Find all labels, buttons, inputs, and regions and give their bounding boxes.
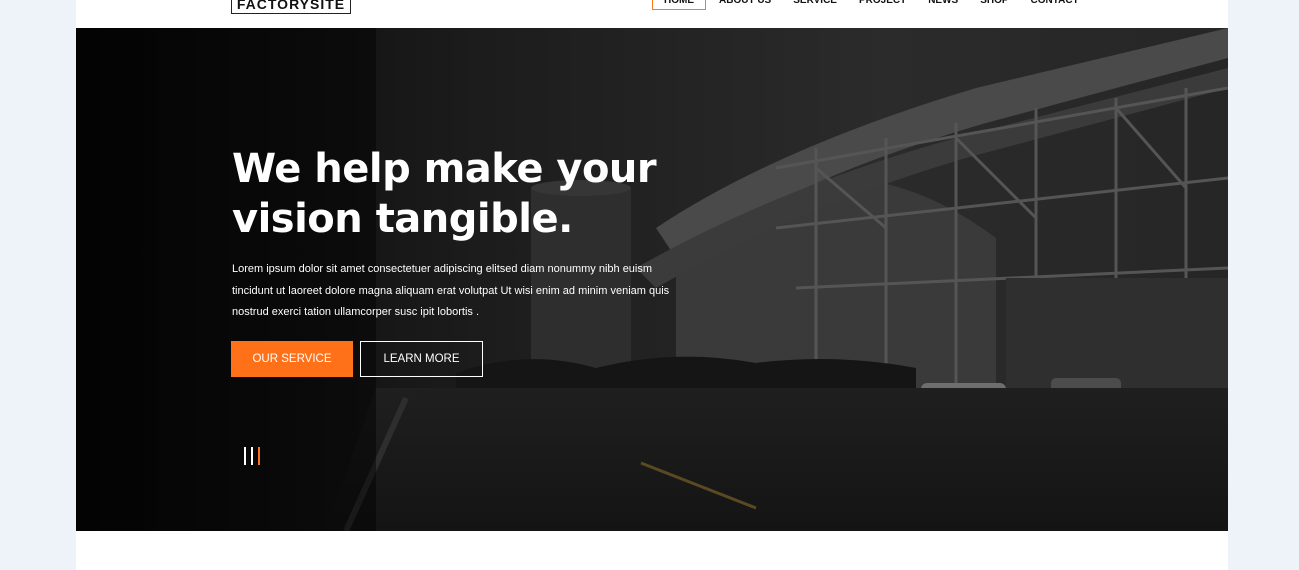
nav-item-about-us[interactable]: ABOUT US [719, 0, 771, 14]
content-section [76, 531, 1228, 570]
nav-item-home[interactable]: HOME [652, 0, 706, 10]
hero-headline-line-1: We help make your [232, 146, 657, 192]
hero-description: Lorem ipsum dolor sit amet consectetuer … [232, 263, 670, 318]
slide-indicator-1[interactable] [244, 447, 246, 465]
page-frame: FACTORYSITE HOME ABOUT US SERVICE PROJEC… [76, 0, 1228, 570]
nav-item-project[interactable]: PROJECT [859, 0, 906, 14]
nav-item-contact[interactable]: CONTACT [1031, 0, 1079, 14]
nav-item-news[interactable]: NEWS [928, 0, 958, 14]
hero-headline: We help make your vision tangible. [232, 144, 732, 244]
nav-item-shop[interactable]: SHOP [980, 0, 1008, 14]
slide-indicator-2[interactable] [251, 447, 253, 465]
main-nav: HOME ABOUT US SERVICE PROJECT NEWS SHOP … [652, 0, 1101, 14]
our-service-button[interactable]: OUR SERVICE [231, 341, 353, 377]
nav-item-service[interactable]: SERVICE [793, 0, 837, 14]
slider-pagination [244, 446, 264, 466]
slide-indicator-3[interactable] [258, 447, 260, 465]
hero-headline-line-2: vision tangible. [232, 196, 573, 242]
site-header: FACTORYSITE HOME ABOUT US SERVICE PROJEC… [76, 0, 1228, 28]
hero-slider: We help make your vision tangible. Lorem… [76, 28, 1228, 531]
learn-more-button[interactable]: LEARN MORE [360, 341, 483, 377]
site-logo[interactable]: FACTORYSITE [231, 0, 351, 14]
